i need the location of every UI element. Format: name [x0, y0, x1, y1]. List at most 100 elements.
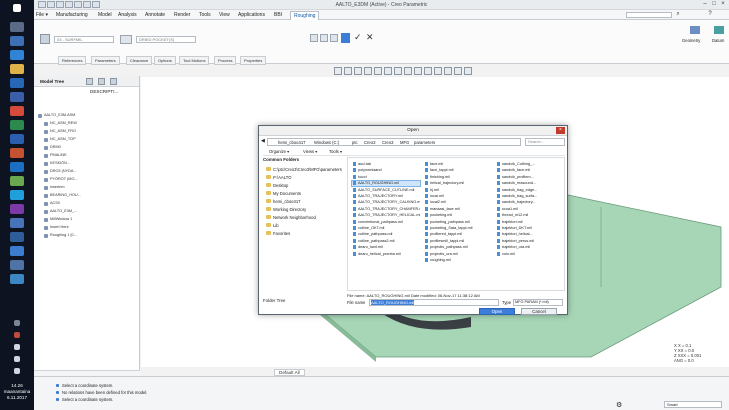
tree-row[interactable]: PYÖRÖT (MO...: [34, 177, 138, 183]
file-item[interactable]: local2.mil: [424, 200, 492, 205]
file-item[interactable]: sandvik_trag_surfa...: [496, 194, 564, 199]
refit-icon[interactable]: [334, 67, 342, 75]
breadcrumb-item[interactable]: Creo3: [364, 140, 375, 145]
word-icon[interactable]: [10, 134, 24, 144]
file-item[interactable]: sandvik_profilem...: [496, 174, 564, 180]
file-item[interactable]: trajektori_helical...: [496, 232, 564, 237]
file-item[interactable]: face_tappi.mil: [424, 168, 492, 173]
display-style-icon[interactable]: [374, 67, 382, 75]
file-item[interactable]: finishing.mil: [424, 174, 492, 180]
common-folder-item[interactable]: Network Neighborhood: [266, 215, 316, 220]
geometry-icon[interactable]: [690, 26, 700, 34]
help-icon[interactable]: ?: [706, 11, 714, 18]
tree-row[interactable]: insertnm: [34, 185, 138, 191]
tray-icon[interactable]: [14, 332, 20, 338]
breadcrumb-item[interactable]: parameters: [414, 140, 435, 145]
file-item[interactable]: profilered_tappi.mil: [424, 232, 492, 237]
ribbon-search-field[interactable]: [626, 12, 672, 18]
file-item[interactable]: cutline_pathpass2.mil: [352, 238, 420, 244]
edge-browser-icon[interactable]: [10, 50, 24, 60]
cursor-select-icon[interactable]: ⚙: [616, 401, 622, 409]
breadcrumb-item[interactable]: MFG: [400, 140, 409, 145]
menu-tools[interactable]: Tools: [199, 12, 211, 18]
search-taskbar-icon[interactable]: [10, 22, 24, 32]
tab-options[interactable]: Options: [154, 56, 176, 65]
file-item[interactable]: sandvik_reasound...: [496, 181, 564, 186]
menu-model[interactable]: Model: [98, 12, 112, 18]
file-item[interactable]: pocketing.mil: [424, 213, 492, 218]
tab-properties[interactable]: Properties: [240, 56, 267, 65]
tree-row[interactable]: AALTO_E3M.ASM: [34, 113, 138, 119]
outlook-icon[interactable]: [10, 162, 24, 172]
point-display-icon[interactable]: [464, 67, 472, 75]
zoom-in-icon[interactable]: [344, 67, 352, 75]
view-manager-icon[interactable]: [394, 67, 402, 75]
mill-window-select[interactable]: 03 - SURFMIL: [54, 36, 114, 43]
default-all-button[interactable]: Default All: [274, 369, 305, 376]
volume-icon[interactable]: [14, 356, 20, 362]
common-folder-item[interactable]: C:\ptc\Creo3\Creo3\MFG\parameters: [266, 167, 342, 172]
tree-row[interactable]: NC_ASM_TOP: [34, 137, 138, 143]
excel-icon[interactable]: [10, 120, 24, 130]
play-icon[interactable]: [341, 33, 350, 43]
menu-render[interactable]: Render: [174, 12, 190, 18]
tree-row[interactable]: DRO3 (NYDA...: [34, 169, 138, 175]
tree-row[interactable]: Insert Here: [34, 225, 138, 231]
file-item[interactable]: AALTO_TRAJECTORY_CHAMFER.mil: [352, 206, 420, 212]
file-item[interactable]: helical_trajectory.mil: [424, 181, 492, 186]
tree-row[interactable]: MillWindow 1: [34, 217, 138, 223]
perspective-icon[interactable]: [404, 67, 412, 75]
pause-icon[interactable]: [310, 34, 318, 42]
file-item[interactable]: conventional_pathpass.mil: [352, 219, 420, 225]
file-item[interactable]: sandvik_trag_edge...: [496, 187, 564, 193]
tree-row[interactable]: PMALINE: [34, 153, 138, 159]
tree-row[interactable]: KESKIÖN...: [34, 161, 138, 167]
file-item[interactable]: dearo_helical_proreta.mil: [352, 251, 420, 257]
checkmark-icon[interactable]: ✓: [354, 32, 362, 43]
tree-row[interactable]: BEARING_HOU...: [34, 193, 138, 199]
minimize-icon[interactable]: –: [701, 1, 709, 8]
file-item[interactable]: trajektori_DKT.mil: [496, 226, 564, 231]
tool-select-icon[interactable]: [120, 35, 132, 44]
app-icon[interactable]: [10, 246, 24, 256]
annotation-display-icon[interactable]: [424, 67, 432, 75]
file-item[interactable]: cutline_pathpass.mil: [352, 232, 420, 237]
csys-display-icon[interactable]: [444, 67, 452, 75]
clock[interactable]: 14.26 maanantaina 6.11.2017: [0, 383, 34, 401]
tree-columns-icon[interactable]: [110, 78, 117, 85]
explorer-icon[interactable]: [10, 64, 24, 74]
tools-menu[interactable]: Tools ▾: [329, 149, 342, 154]
folder-tree-toggle[interactable]: Folder Tree: [263, 298, 285, 303]
file-item[interactable]: polynomiaand: [352, 168, 420, 173]
tree-column-header[interactable]: DESCRIPTI...: [90, 89, 118, 94]
menu-view[interactable]: View: [219, 12, 230, 18]
common-folder-item[interactable]: Desktop: [265, 183, 288, 188]
maximize-icon[interactable]: □: [710, 1, 718, 8]
file-item[interactable]: AALTO_SURFACE_CUTLINE.mil: [352, 187, 420, 193]
file-type-select[interactable]: MFG PARAM (*.mil): [513, 299, 563, 306]
file-item[interactable]: projectis_pathpass.mil: [424, 245, 492, 250]
tree-row[interactable]: ACS0: [34, 201, 138, 207]
file-item[interactable]: roughing.mil: [424, 258, 492, 263]
file-item[interactable]: AALTO_TRAJECTORY.mil: [352, 194, 420, 199]
common-folder-item[interactable]: hemi_cboo417: [265, 199, 300, 204]
tab-tool-motions[interactable]: Tool Motions: [179, 56, 210, 65]
app-icon[interactable]: [10, 260, 24, 270]
file-item[interactable]: dearo_hwd.mil: [352, 245, 420, 250]
file-name-input[interactable]: AALTO_ROUGHING.mil: [369, 299, 499, 306]
file-item[interactable]: trajektori.mil: [496, 219, 564, 225]
menu-annotate[interactable]: Annotate: [145, 12, 165, 18]
store-icon[interactable]: [10, 92, 24, 102]
app-icon[interactable]: [10, 232, 24, 242]
file-item[interactable]: volo.mil: [496, 251, 564, 257]
tree-row[interactable]: DRM0: [34, 145, 138, 151]
file-item[interactable]: pocketing_Sata_tappi.mil: [424, 226, 492, 231]
cancel-button[interactable]: Cancel: [521, 308, 557, 315]
spin-center-icon[interactable]: [434, 67, 442, 75]
tab-clearance[interactable]: Clearance: [126, 56, 153, 65]
file-item[interactable]: AALTO_TRAJECTORY_HELICAL.mil: [352, 213, 420, 218]
breadcrumb-item[interactable]: ptc: [352, 140, 358, 145]
breadcrumb-item[interactable]: hemi_cboo417: [278, 140, 305, 145]
keyboard-icon[interactable]: [14, 368, 20, 374]
file-item[interactable]: ascl.tab: [352, 162, 420, 167]
